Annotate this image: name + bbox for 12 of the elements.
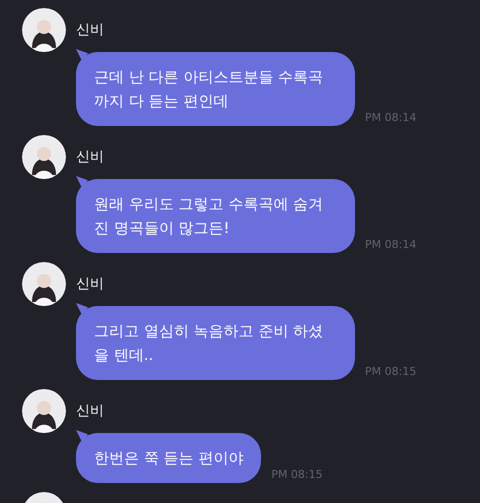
sender-name: 신비 — [76, 21, 104, 39]
sender-name: 신비 — [76, 275, 104, 293]
message-time: PM 08:14 — [365, 238, 416, 251]
message-bubble: 근데 난 다른 아티스트분들 수록곡까지 다 듣는 편인데 — [76, 52, 355, 126]
message-time: PM 08:15 — [271, 468, 323, 481]
message-bubble: 원래 우리도 그렇고 수록곡에 숨겨진 명곡들이 많그든! — [76, 179, 355, 253]
message-bubble: 그리고 열심히 녹음하고 준비 하셨을 텐데.. — [76, 306, 355, 380]
message-bubble: 한번은 쭉 듣는 편이야 — [76, 433, 262, 483]
sender-name: 신비 — [76, 148, 104, 166]
message-time: PM 08:15 — [365, 365, 416, 378]
message-time: PM 08:14 — [365, 111, 416, 124]
sender-name: 신비 — [76, 402, 104, 420]
